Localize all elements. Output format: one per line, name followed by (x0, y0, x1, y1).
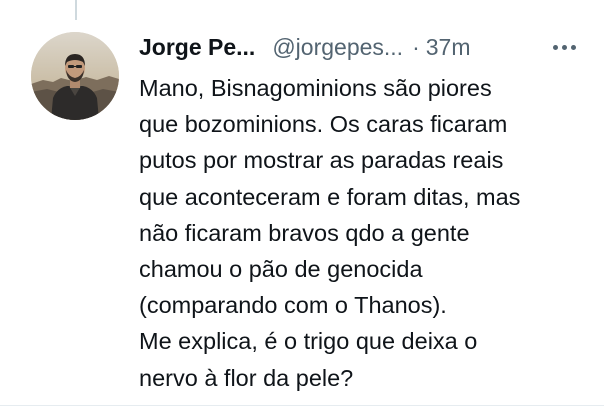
user-handle[interactable]: @jorgepes... (272, 30, 403, 64)
tweet-text-line: chamou o pão de genocida (139, 256, 423, 283)
tweet-text-line: não ficaram bravos qdo a gente (139, 219, 470, 246)
tweet-text-line: Mano, Bisnagominions são piores (139, 75, 492, 101)
tweet-header: Jorge Pe... @jorgepes... · 37m (139, 30, 584, 64)
more-horizontal-icon (561, 44, 567, 50)
timestamp[interactable]: 37m (426, 30, 471, 64)
more-horizontal-icon (552, 44, 558, 50)
separator-dot: · (412, 34, 420, 60)
tweet-text-line: putos por mostrar as paradas reais (139, 147, 504, 174)
thread-connector-line (75, 0, 77, 20)
tweet-text-line: que aconteceram e foram ditas, mas (139, 183, 521, 210)
tweet-text: Mano, Bisnagominions são piores que bozo… (139, 70, 592, 396)
avatar[interactable] (31, 32, 119, 120)
more-horizontal-icon (570, 44, 576, 50)
tweet-text-line: nervo à flor da pele? (139, 364, 354, 391)
display-name[interactable]: Jorge Pe... (139, 30, 255, 64)
more-options-button[interactable] (546, 30, 582, 64)
tweet[interactable]: Jorge Pe... @jorgepes... · 37m Mano, Bis… (0, 0, 604, 406)
tweet-text-line: Me explica, é o trigo que deixa o (139, 328, 478, 355)
avatar-photo-icon (31, 32, 119, 120)
tweet-text-line: (comparando com o Thanos). (139, 292, 447, 319)
tweet-text-line: que bozominions. Os caras ficaram (139, 111, 508, 138)
